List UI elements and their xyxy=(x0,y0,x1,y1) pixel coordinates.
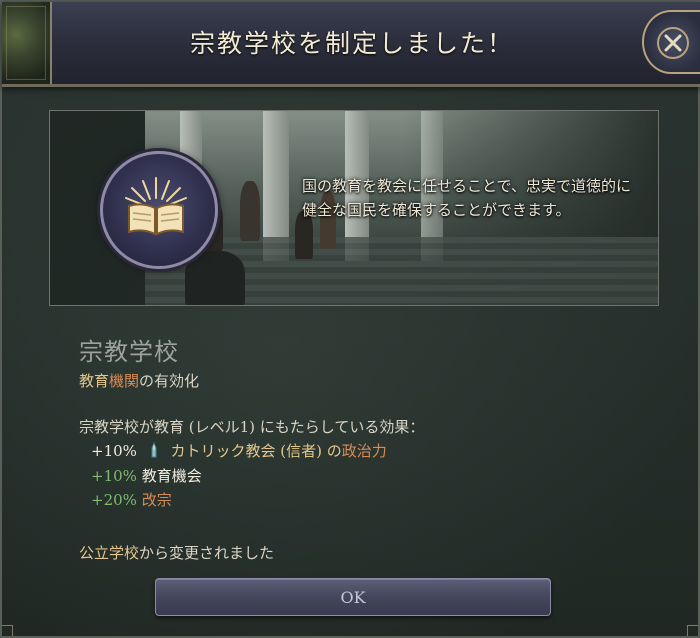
effect-value: +10% xyxy=(91,442,137,460)
corner-ornament-right xyxy=(687,625,698,636)
effect-conversion: +20% 改宗 xyxy=(91,489,172,510)
title-bar: 宗教学校を制定しました！ xyxy=(2,2,700,87)
effects-header: 宗教学校が教育 (レベル1) にもたらしている効果： xyxy=(79,418,425,436)
title-ornament xyxy=(2,2,52,84)
law-name: 宗教学校 xyxy=(79,338,179,366)
subtitle-education[interactable]: 教育 xyxy=(79,372,109,390)
effect-political-strength: +10% カトリック教会 (信者) の政治力 xyxy=(91,440,387,461)
open-book-icon xyxy=(125,177,187,236)
effect-education-access: +10% 教育機会 xyxy=(91,465,202,486)
effect-label-group[interactable]: カトリック教会 (信者) の xyxy=(170,442,341,460)
law-description: 国の教育を教会に任せることで、忠実で道徳的に健全な国民を確保することができます。 xyxy=(302,177,631,219)
dialog-title: 宗教学校を制定しました！ xyxy=(189,29,514,58)
law-subtitle: 教育機関の有効化 xyxy=(79,370,199,391)
effect-label-stat[interactable]: 政治力 xyxy=(342,442,387,460)
church-icon xyxy=(151,442,157,458)
changed-suffix: から変更されました xyxy=(139,544,275,562)
law-emblem xyxy=(100,151,218,269)
effect-value: +20% xyxy=(91,491,137,509)
effect-label[interactable]: 改宗 xyxy=(142,491,172,509)
close-icon xyxy=(657,27,689,59)
close-button[interactable] xyxy=(642,10,700,74)
previous-law-link[interactable]: 公立学校 xyxy=(79,544,139,562)
law-enacted-dialog: 宗教学校を制定しました！ 国の教育を教会に任せることで、忠実で道徳的に健全な国民… xyxy=(0,0,700,638)
effect-value: +10% xyxy=(91,467,137,485)
effect-label[interactable]: 教育機会 xyxy=(142,467,202,485)
subtitle-suffix: の有効化 xyxy=(139,372,200,390)
changed-from-note: 公立学校から変更されました xyxy=(79,542,274,563)
ok-button[interactable]: OK xyxy=(155,578,551,616)
subtitle-institution[interactable]: 機関 xyxy=(109,372,139,390)
corner-ornament-left xyxy=(2,625,13,636)
